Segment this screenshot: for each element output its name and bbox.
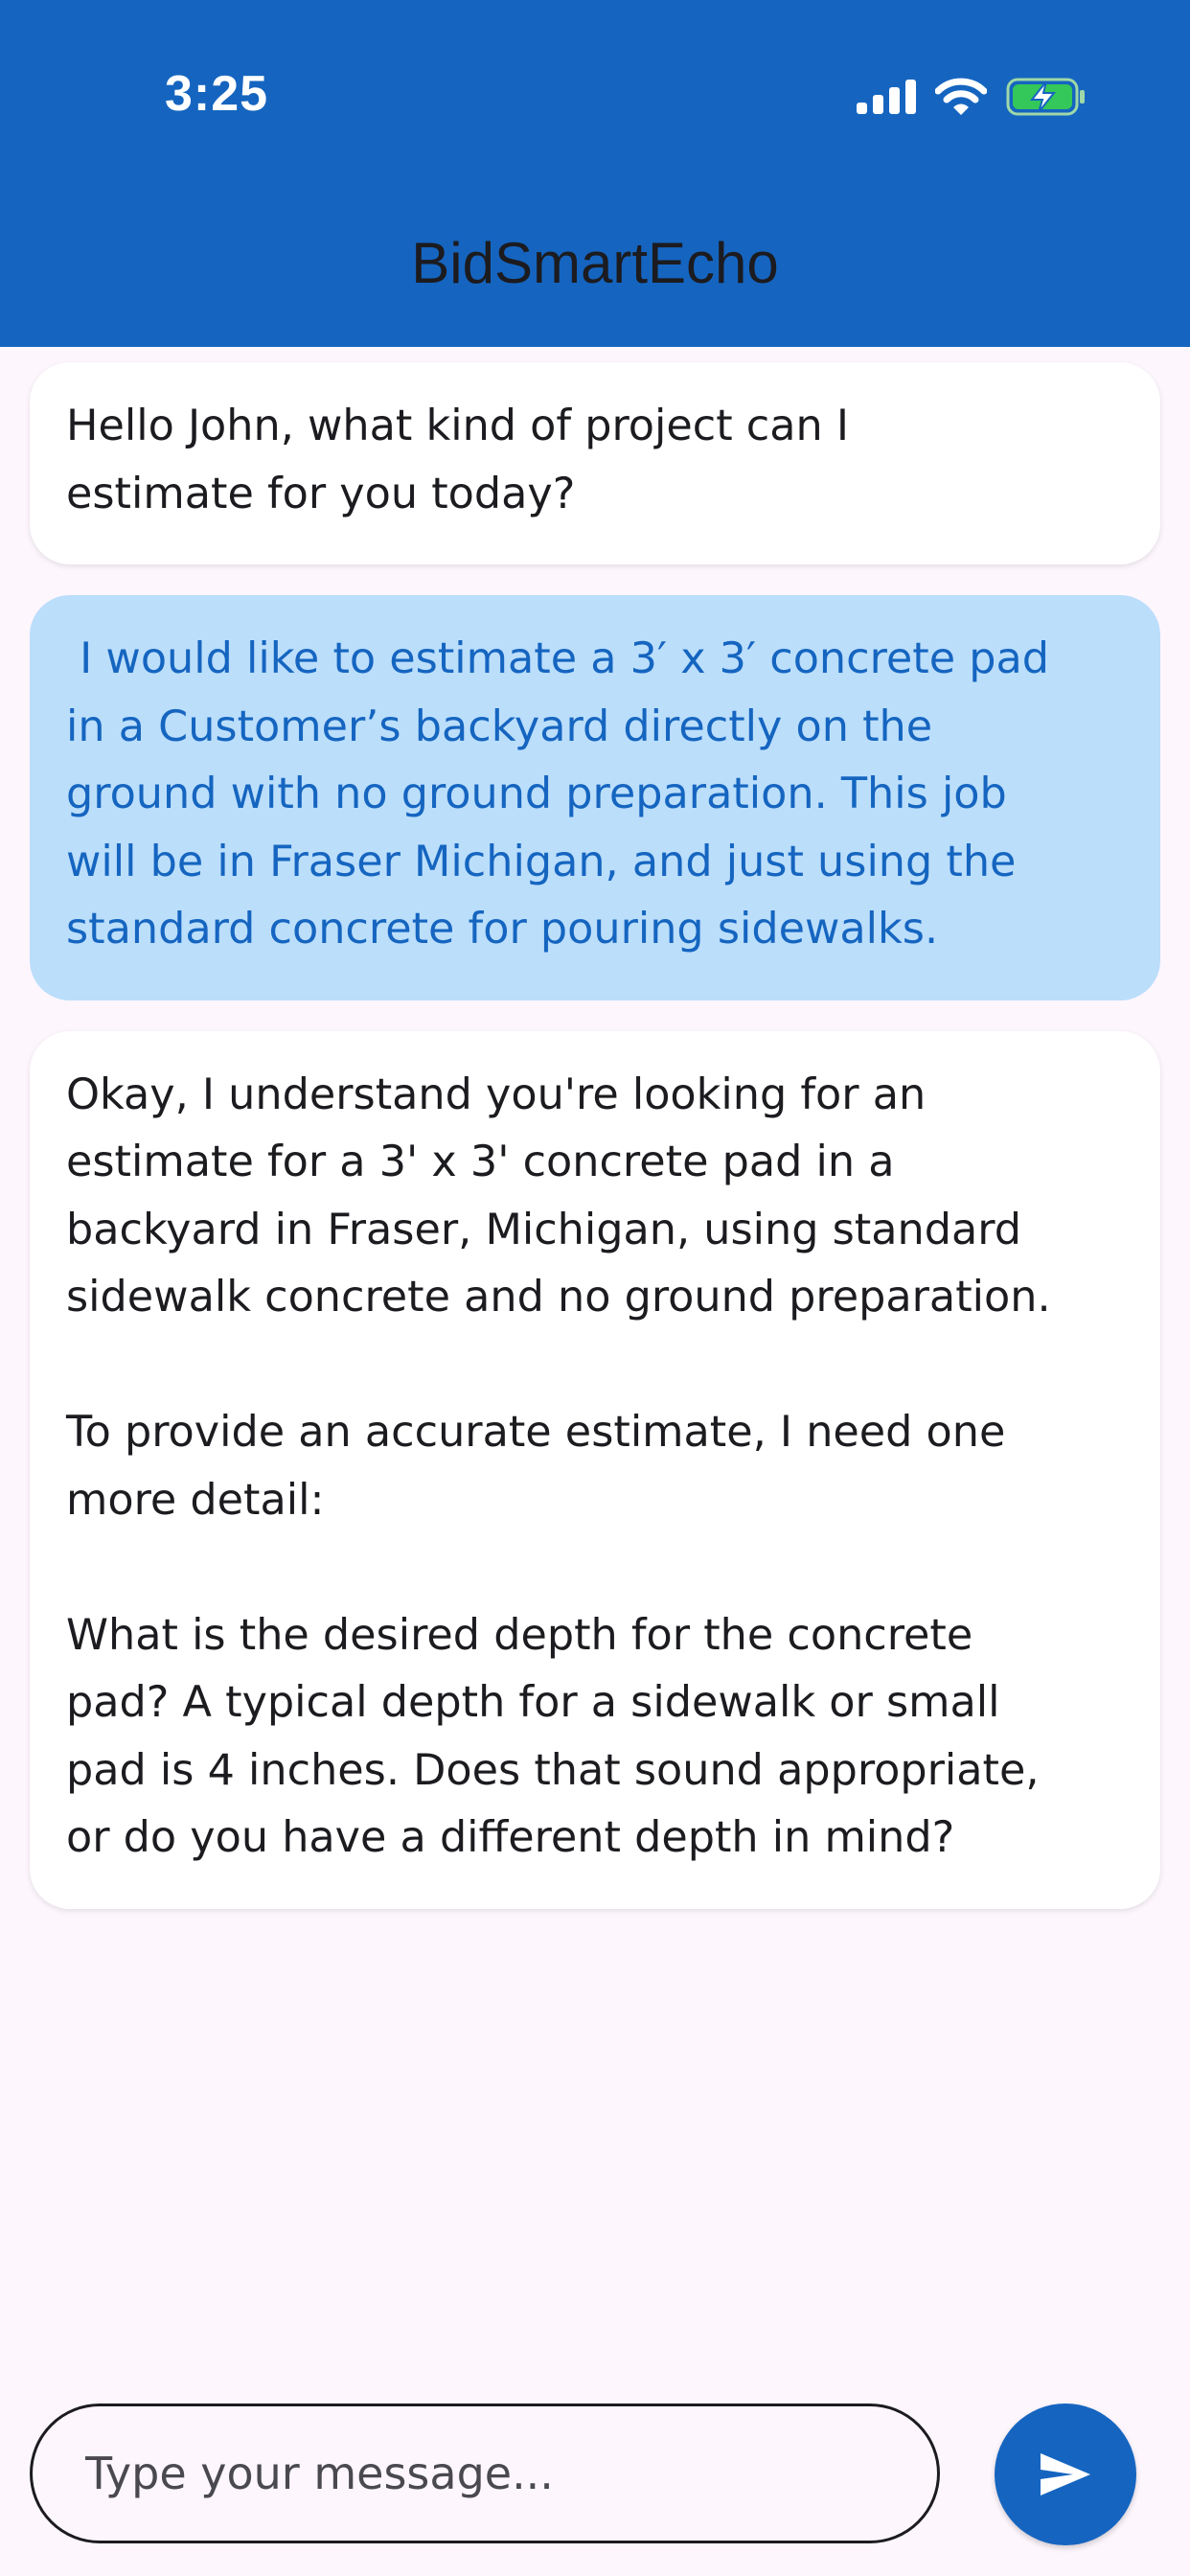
- bot-message-bubble: Hello John, what kind of project can I e…: [30, 362, 1160, 564]
- status-time: 3:25: [165, 66, 269, 122]
- bot-message-bubble: Okay, I understand you're looking for an…: [30, 1030, 1160, 1909]
- message-input[interactable]: [30, 2404, 940, 2543]
- app-title: BidSmartEcho: [411, 231, 779, 295]
- user-message-bubble: I would like to estimate a 3′ x 3′ concr…: [30, 595, 1160, 1000]
- status-icons: [857, 75, 1087, 119]
- signal-icon: [857, 80, 916, 114]
- send-button[interactable]: [995, 2404, 1136, 2545]
- chat-message-list[interactable]: Hello John, what kind of project can I e…: [30, 362, 1160, 1940]
- send-icon: [1041, 2453, 1090, 2496]
- wifi-icon: [935, 78, 987, 115]
- battery-charging-icon: [1006, 78, 1085, 116]
- app-bar: 3:25 BidSmartEcho: [0, 0, 1190, 347]
